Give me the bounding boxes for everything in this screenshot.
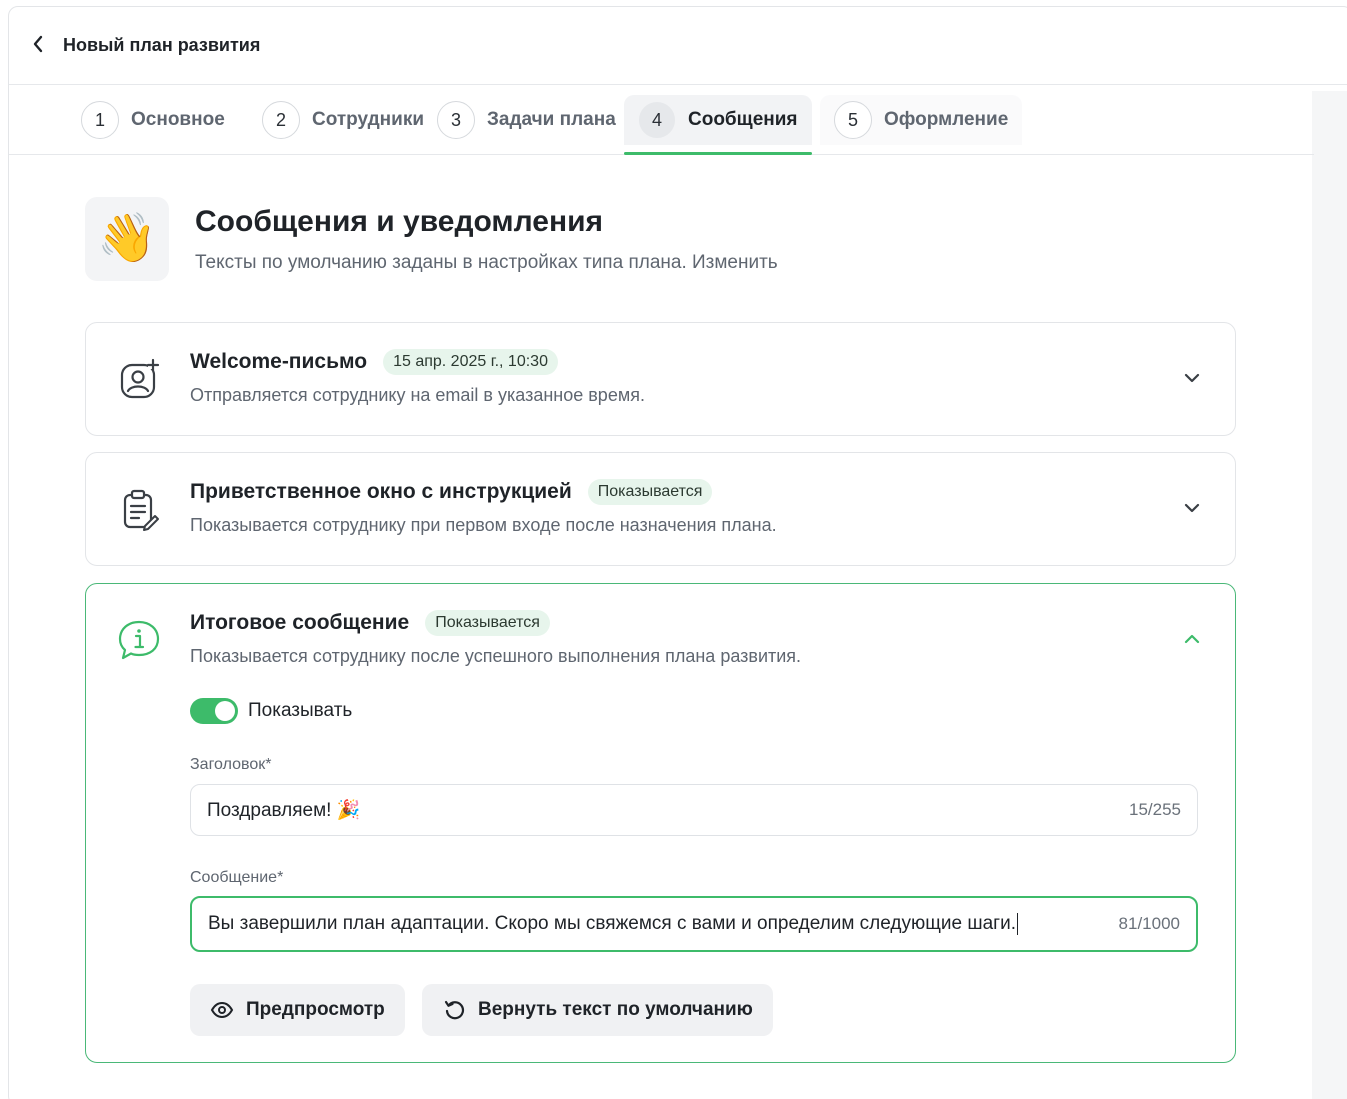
card-title: Итоговое сообщение bbox=[190, 611, 410, 634]
card-welcome-window[interactable]: Приветственное окно с инструкцией Показы… bbox=[85, 452, 1236, 566]
message-input-value: Вы завершили план адаптации. Скоро мы св… bbox=[208, 913, 1016, 934]
preview-button[interactable]: Предпросмотр bbox=[190, 984, 405, 1036]
stepper: 1 Основное 2 Сотрудники 3 Задачи плана 4… bbox=[9, 85, 1314, 155]
message-input[interactable]: Вы завершили план адаптации. Скоро мы св… bbox=[190, 896, 1198, 952]
app-window: Новый план развития 1 Основное 2 Сотрудн… bbox=[8, 6, 1347, 1099]
step-plan-tasks[interactable]: 3 Задачи плана bbox=[423, 95, 630, 145]
step-number: 5 bbox=[834, 101, 872, 139]
title-input[interactable]: Поздравляем! 🎉 15/255 bbox=[190, 784, 1198, 836]
status-badge: Показывается bbox=[587, 479, 713, 505]
step-number: 3 bbox=[437, 101, 475, 139]
toggle-knob bbox=[215, 701, 235, 721]
chevron-up-icon[interactable] bbox=[1183, 630, 1201, 648]
reset-default-button[interactable]: Вернуть текст по умолчанию bbox=[422, 984, 773, 1036]
chevron-down-icon[interactable] bbox=[1183, 499, 1201, 517]
info-bubble-icon bbox=[116, 618, 162, 664]
card-description: Показывается сотруднику при первом входе… bbox=[190, 515, 777, 535]
chevron-down-icon[interactable] bbox=[1183, 369, 1201, 387]
date-badge: 15 апр. 2025 г., 10:30 bbox=[383, 349, 558, 375]
step-label: Основное bbox=[131, 109, 225, 130]
step-label: Задачи плана bbox=[487, 109, 616, 130]
eye-icon bbox=[210, 998, 234, 1022]
user-plus-icon bbox=[116, 357, 162, 403]
card-title: Приветственное окно с инструкцией bbox=[190, 480, 572, 503]
step-number: 1 bbox=[81, 101, 119, 139]
show-toggle-row: Показывать bbox=[190, 698, 352, 724]
reset-button-label: Вернуть текст по умолчанию bbox=[478, 999, 753, 1020]
scroll-rail[interactable] bbox=[1312, 91, 1347, 1099]
message-field-label: Сообщение* bbox=[190, 869, 284, 886]
back-button[interactable] bbox=[29, 33, 47, 55]
card-title: Welcome-письмо bbox=[190, 350, 368, 373]
top-bar: Новый план развития bbox=[9, 7, 1347, 85]
message-char-counter: 81/1000 bbox=[1118, 914, 1180, 933]
section-subtitle: Тексты по умолчанию заданы в настройках … bbox=[195, 252, 778, 273]
hero-emoji: 👋 bbox=[97, 212, 157, 265]
clipboard-edit-icon bbox=[116, 487, 162, 533]
section-title: Сообщения и уведомления bbox=[195, 205, 604, 238]
step-design[interactable]: 5 Оформление bbox=[820, 95, 1023, 145]
step-main[interactable]: 1 Основное bbox=[67, 95, 239, 145]
text-caret bbox=[1016, 913, 1018, 935]
chevron-left-icon bbox=[33, 35, 43, 53]
step-label: Сообщения bbox=[688, 109, 798, 130]
step-number: 4 bbox=[638, 101, 676, 139]
refresh-icon bbox=[442, 998, 466, 1022]
title-input-value: Поздравляем! 🎉 bbox=[207, 800, 361, 821]
title-field-label: Заголовок* bbox=[190, 756, 272, 773]
step-label: Сотрудники bbox=[312, 109, 425, 130]
show-toggle[interactable] bbox=[190, 698, 238, 724]
title-char-counter: 15/255 bbox=[1129, 800, 1181, 819]
status-badge: Показывается bbox=[425, 610, 550, 636]
toggle-label: Показывать bbox=[248, 700, 353, 721]
card-description: Показывается сотруднику после успешного … bbox=[190, 646, 802, 666]
step-number: 2 bbox=[262, 101, 300, 139]
card-final-message[interactable]: Итоговое сообщение Показывается Показыва… bbox=[85, 583, 1236, 1063]
step-label: Оформление bbox=[884, 109, 1009, 130]
waving-hand-icon: 👋 bbox=[85, 197, 169, 281]
card-description: Отправляется сотруднику на email в указа… bbox=[190, 385, 645, 405]
card-welcome-email[interactable]: Welcome-письмо 15 апр. 2025 г., 10:30 От… bbox=[85, 322, 1236, 436]
page-title: Новый план развития bbox=[63, 35, 261, 55]
step-employees[interactable]: 2 Сотрудники bbox=[248, 95, 438, 145]
preview-button-label: Предпросмотр bbox=[246, 999, 385, 1020]
step-messages[interactable]: 4 Сообщения bbox=[624, 95, 812, 155]
